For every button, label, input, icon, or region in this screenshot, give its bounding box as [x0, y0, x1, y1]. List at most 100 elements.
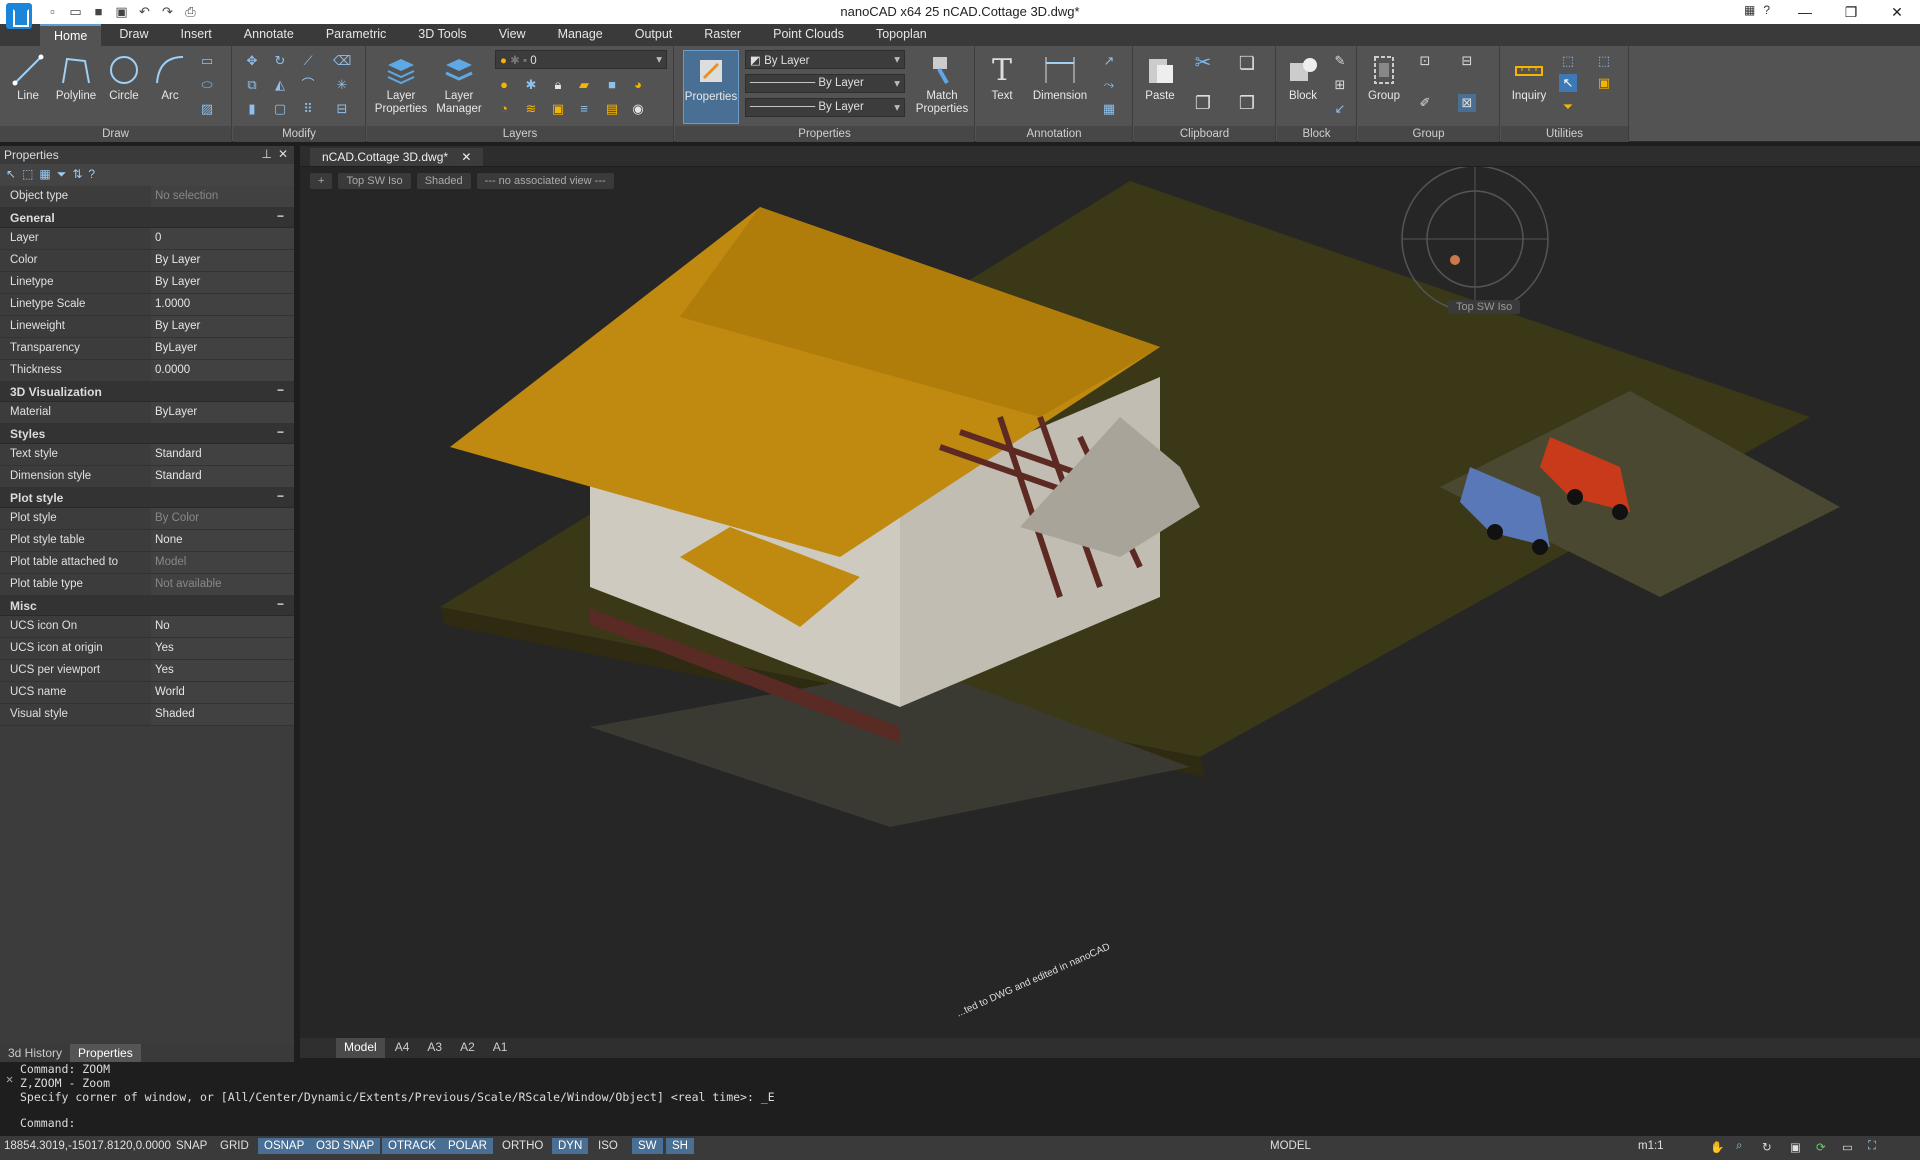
prop-row[interactable]: Thickness 0.0000	[0, 360, 294, 382]
pickadd-icon[interactable]: ↖	[6, 167, 16, 183]
prop-row[interactable]: UCS icon On No	[0, 616, 294, 638]
filter-props-icon[interactable]: ⏷	[57, 167, 67, 183]
stretch-icon[interactable]: ▮	[243, 100, 261, 118]
open-icon[interactable]: ▭	[67, 3, 84, 20]
save-icon[interactable]: ■	[90, 3, 107, 20]
viewport-assoc[interactable]: --- no associated view ---	[476, 173, 614, 189]
layer-merge-icon[interactable]: ▤	[603, 100, 621, 118]
select-all-icon[interactable]: ↖	[1559, 74, 1577, 92]
line-button[interactable]: Line	[2, 50, 54, 102]
prop-row[interactable]: Lineweight By Layer	[0, 316, 294, 338]
monitor-icon[interactable]: ▭	[1842, 1140, 1853, 1154]
iso-toggle[interactable]: ISO	[592, 1138, 624, 1154]
quick-select-icon[interactable]: ⬚	[1559, 52, 1577, 70]
workspace-icon[interactable]: ▦	[1744, 3, 1755, 17]
orbit-icon[interactable]: ↻	[1762, 1140, 1772, 1154]
block-button[interactable]: Block	[1277, 50, 1329, 102]
tab-a2[interactable]: A2	[452, 1038, 483, 1058]
prop-row[interactable]: Material ByLayer	[0, 402, 294, 424]
color-combo[interactable]: ◩ By Layer	[745, 50, 905, 69]
layer-current-icon[interactable]: ■	[603, 76, 621, 94]
fullscreen-icon[interactable]: ⛶	[1868, 1140, 1876, 1153]
leader-icon[interactable]: ↗	[1100, 52, 1118, 70]
polar-toggle[interactable]: POLAR	[442, 1138, 493, 1154]
move-icon[interactable]: ✥	[243, 52, 261, 70]
grid-toggle[interactable]: GRID	[214, 1138, 255, 1154]
prop-row[interactable]: Text style Standard	[0, 444, 294, 466]
viewport-view[interactable]: Top SW Iso	[338, 173, 411, 189]
tab-raster[interactable]: Raster	[690, 24, 755, 46]
copy-clip-icon[interactable]: ❐	[1194, 94, 1212, 112]
layer-walk-icon[interactable]: ◕	[629, 76, 647, 94]
group-manager-icon[interactable]: ⊟	[1458, 52, 1476, 70]
save-as-icon[interactable]: ▣	[113, 3, 130, 20]
cut-icon[interactable]: ✂	[1194, 53, 1212, 73]
fillet-icon[interactable]: ⌒	[299, 76, 317, 94]
tab-model[interactable]: Model	[336, 1038, 385, 1058]
prop-row[interactable]: Plot table type Not available	[0, 574, 294, 596]
cat-3d-visualization[interactable]: 3D Visualization	[0, 382, 294, 402]
layer-unlock-icon[interactable]: ▣	[549, 100, 567, 118]
sw-toggle[interactable]: SW	[632, 1138, 663, 1154]
viewport-style[interactable]: Shaded	[416, 173, 471, 189]
pan-icon[interactable]: ✋	[1710, 1140, 1724, 1154]
sort-icon[interactable]: ⇅	[72, 167, 82, 183]
snap-toggle[interactable]: SNAP	[170, 1138, 213, 1154]
help-props-icon[interactable]: ?	[88, 167, 95, 183]
arc-button[interactable]: Arc	[144, 50, 196, 102]
inquiry-button[interactable]: Inquiry	[1501, 50, 1557, 102]
prop-row[interactable]: Dimension style Standard	[0, 466, 294, 488]
dimension-button[interactable]: Dimension	[1026, 50, 1094, 102]
text-button[interactable]: T Text	[976, 50, 1028, 103]
quick-select-props-icon[interactable]: ▦	[39, 167, 50, 183]
osnap-toggle[interactable]: OSNAP	[258, 1138, 311, 1154]
properties-button[interactable]: Properties	[683, 50, 739, 124]
match-properties-button[interactable]: Match Properties	[911, 50, 973, 116]
dyn-toggle[interactable]: DYN	[552, 1138, 589, 1154]
model-viewport[interactable]: + Top SW Iso Shaded --- no associated vi…	[300, 167, 1920, 1038]
block-editor-icon[interactable]: ✎	[1331, 52, 1349, 70]
select-objects-icon[interactable]: ⬚	[22, 167, 33, 183]
erase-icon[interactable]: ⌫	[333, 52, 351, 70]
lineweight-combo[interactable]: ──────── By Layer	[745, 98, 905, 117]
block-insert-icon[interactable]: ↙	[1331, 100, 1349, 118]
copy-base-icon[interactable]: ❏	[1238, 54, 1256, 72]
tab-manage[interactable]: Manage	[544, 24, 617, 46]
copy-icon[interactable]: ⧉	[243, 76, 261, 94]
undo-icon[interactable]: ↶	[136, 3, 153, 20]
print-icon[interactable]: ⎙	[182, 3, 199, 20]
group-select-icon[interactable]: ⊠	[1458, 94, 1476, 112]
tab-draw[interactable]: Draw	[105, 24, 162, 46]
group-edit-icon[interactable]: ✐	[1416, 94, 1434, 112]
doc-tab[interactable]: nCAD.Cottage 3D.dwg* ✕	[310, 148, 484, 166]
layer-walk-util-icon[interactable]: ▣	[1595, 74, 1613, 92]
explode-icon[interactable]: ✳	[333, 76, 351, 94]
prop-row[interactable]: Linetype Scale 1.0000	[0, 294, 294, 316]
layer-lock-icon[interactable]: 🔒︎	[549, 76, 567, 94]
layer-visibility-icon[interactable]: ◉	[629, 100, 647, 118]
cat-styles[interactable]: Styles	[0, 424, 294, 444]
tab-insert[interactable]: Insert	[167, 24, 226, 46]
prop-row[interactable]: Layer 0	[0, 228, 294, 250]
prop-row[interactable]: Color By Layer	[0, 250, 294, 272]
rotate-icon[interactable]: ↻	[271, 52, 289, 70]
tab-annotate[interactable]: Annotate	[230, 24, 308, 46]
prop-row[interactable]: Visual style Shaded	[0, 704, 294, 726]
sh-toggle[interactable]: SH	[666, 1138, 694, 1154]
prop-row[interactable]: UCS name World	[0, 682, 294, 704]
rectangle-icon[interactable]: ▭	[198, 52, 216, 70]
tab-3d-history[interactable]: 3d History	[0, 1044, 70, 1062]
tab-view[interactable]: View	[485, 24, 540, 46]
layer-combo[interactable]: ● ✱ ▪ 0	[495, 50, 667, 69]
layer-on-icon[interactable]: ●	[495, 76, 513, 94]
annotation-scale[interactable]: m1:1	[1638, 1140, 1664, 1152]
scale-icon[interactable]: ▢	[271, 100, 289, 118]
close-panel-icon[interactable]: ✕	[278, 147, 288, 161]
redo-icon[interactable]: ↷	[159, 3, 176, 20]
tab-topoplan[interactable]: Topoplan	[862, 24, 941, 46]
cat-general[interactable]: General	[0, 208, 294, 228]
minimize-icon[interactable]: —	[1782, 0, 1828, 24]
layer-manager-button[interactable]: Layer Manager	[429, 50, 489, 116]
polyline-button[interactable]: Polyline	[50, 50, 102, 102]
close-cmd-icon[interactable]: ✕	[6, 1072, 13, 1086]
